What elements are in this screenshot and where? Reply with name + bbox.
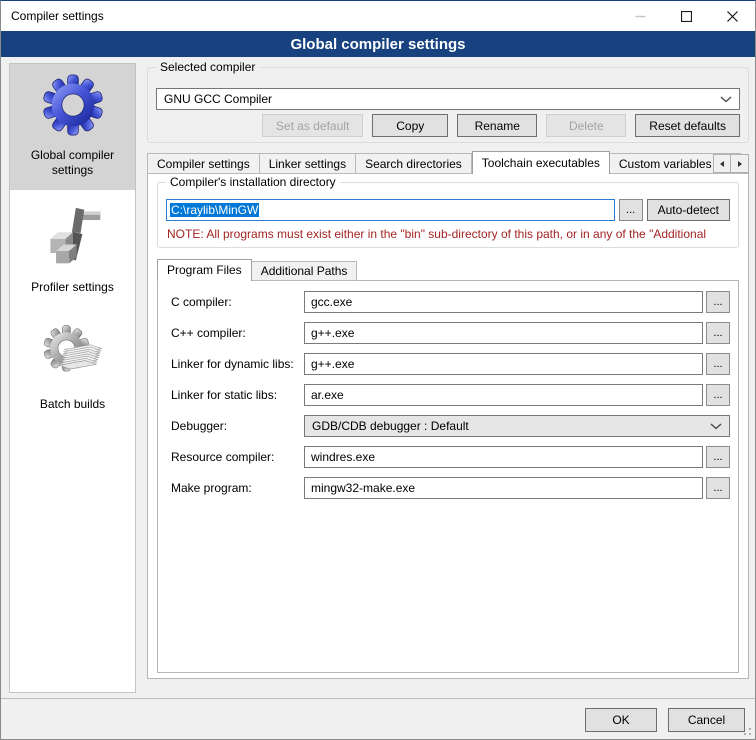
tab-toolchain-executables[interactable]: Toolchain executables <box>472 151 610 174</box>
subtab-program-files[interactable]: Program Files <box>157 259 252 281</box>
make-program-input[interactable] <box>304 477 703 499</box>
browse-button[interactable]: ... <box>706 353 730 375</box>
c-compiler-input[interactable] <box>304 291 703 313</box>
maximize-button[interactable] <box>663 1 709 31</box>
chevron-down-icon <box>720 96 732 103</box>
footer-buttons: OK Cancel <box>585 708 745 732</box>
compiler-buttons: Set as default Copy Rename Delete Reset … <box>262 114 740 137</box>
form-row-resource-compiler: Resource compiler: ... <box>171 446 730 468</box>
field-label: Resource compiler: <box>171 450 304 464</box>
field-label: C compiler: <box>171 295 304 309</box>
titlebar: Compiler settings <box>1 1 755 31</box>
chevron-down-icon <box>710 423 722 430</box>
browse-dir-button[interactable]: ... <box>619 199 643 221</box>
group-title: Compiler's installation directory <box>166 175 340 189</box>
blue-gear-icon <box>40 72 106 138</box>
field-label: Linker for dynamic libs: <box>171 357 304 371</box>
tab-scroll-left-button[interactable] <box>713 154 731 173</box>
auto-detect-button[interactable]: Auto-detect <box>647 199 730 221</box>
delete-button[interactable]: Delete <box>546 114 626 137</box>
program-files-tabstrip: Program Files Additional Paths <box>157 259 357 281</box>
field-label: Linker for static libs: <box>171 388 304 402</box>
caliper-icon <box>41 204 105 270</box>
form-row-debugger: Debugger: GDB/CDB debugger : Default <box>171 415 730 437</box>
sidebar-item-profiler-settings[interactable]: Profiler settings <box>10 190 135 307</box>
installation-directory-group: Compiler's installation directory C:\ray… <box>157 182 739 248</box>
program-files-panel: C compiler: ... C++ compiler: ... Linker… <box>157 280 739 673</box>
maximize-icon <box>681 11 692 22</box>
rename-button[interactable]: Rename <box>457 114 537 137</box>
triangle-right-icon <box>736 160 744 168</box>
resize-grip[interactable] <box>740 724 753 737</box>
form-row-c-compiler: C compiler: ... <box>171 291 730 313</box>
browse-button[interactable]: ... <box>706 291 730 313</box>
subtab-additional-paths[interactable]: Additional Paths <box>252 261 358 281</box>
group-title: Selected compiler <box>156 60 259 74</box>
browse-button[interactable]: ... <box>706 446 730 468</box>
window-controls <box>617 1 755 31</box>
resource-compiler-input[interactable] <box>304 446 703 468</box>
tab-linker-settings[interactable]: Linker settings <box>260 153 356 174</box>
debugger-select[interactable]: GDB/CDB debugger : Default <box>304 415 730 437</box>
form-row-cpp-compiler: C++ compiler: ... <box>171 322 730 344</box>
field-label: Debugger: <box>171 419 304 433</box>
minimize-icon <box>635 11 646 22</box>
close-button[interactable] <box>709 1 755 31</box>
tab-scroll-arrows <box>713 154 749 173</box>
sidebar-item-label: Global compiler settings <box>12 148 133 178</box>
copy-button[interactable]: Copy <box>372 114 448 137</box>
dynamic-linker-input[interactable] <box>304 353 703 375</box>
ok-button[interactable]: OK <box>585 708 657 732</box>
form-row-make-program: Make program: ... <box>171 477 730 499</box>
tab-custom-variables[interactable]: Custom variables <box>610 153 722 174</box>
sidebar-item-global-compiler-settings[interactable]: Global compiler settings <box>10 64 135 190</box>
compiler-settings-dialog: Compiler settings Global compiler settin… <box>0 0 756 740</box>
page-title: Global compiler settings <box>1 31 755 57</box>
sidebar: Global compiler settings Profiler settin… <box>9 63 136 693</box>
form-row-dynamic-linker: Linker for dynamic libs: ... <box>171 353 730 375</box>
triangle-left-icon <box>718 160 726 168</box>
field-label: C++ compiler: <box>171 326 304 340</box>
cancel-button[interactable]: Cancel <box>668 708 745 732</box>
close-icon <box>727 11 738 22</box>
sidebar-item-label: Batch builds <box>40 397 105 412</box>
compiler-select-value: GNU GCC Compiler <box>164 92 272 106</box>
tab-search-directories[interactable]: Search directories <box>356 153 472 174</box>
main-tabstrip: Compiler settings Linker settings Search… <box>147 151 749 174</box>
browse-button[interactable]: ... <box>706 477 730 499</box>
minimize-button[interactable] <box>617 1 663 31</box>
note-text: NOTE: All programs must exist either in … <box>167 227 736 241</box>
window-title: Compiler settings <box>11 9 104 23</box>
browse-button[interactable]: ... <box>706 322 730 344</box>
sidebar-item-label: Profiler settings <box>31 280 114 295</box>
installation-dir-input[interactable]: C:\raylib\MinGW <box>166 199 615 221</box>
footer-separator <box>1 698 755 699</box>
compiler-select[interactable]: GNU GCC Compiler <box>156 88 740 110</box>
cpp-compiler-input[interactable] <box>304 322 703 344</box>
debugger-select-value: GDB/CDB debugger : Default <box>312 419 469 433</box>
tab-compiler-settings[interactable]: Compiler settings <box>147 153 260 174</box>
selected-compiler-group: Selected compiler GNU GCC Compiler Set a… <box>147 67 749 143</box>
sidebar-item-batch-builds[interactable]: Batch builds <box>10 307 135 424</box>
set-as-default-button[interactable]: Set as default <box>262 114 363 137</box>
field-label: Make program: <box>171 481 304 495</box>
form-row-static-linker: Linker for static libs: ... <box>171 384 730 406</box>
static-linker-input[interactable] <box>304 384 703 406</box>
reset-defaults-button[interactable]: Reset defaults <box>635 114 740 137</box>
gear-stack-icon <box>41 321 105 387</box>
selected-path-text: C:\raylib\MinGW <box>170 203 259 217</box>
browse-button[interactable]: ... <box>706 384 730 406</box>
toolchain-executables-panel: Compiler's installation directory C:\ray… <box>147 173 749 679</box>
tab-scroll-right-button[interactable] <box>731 154 749 173</box>
